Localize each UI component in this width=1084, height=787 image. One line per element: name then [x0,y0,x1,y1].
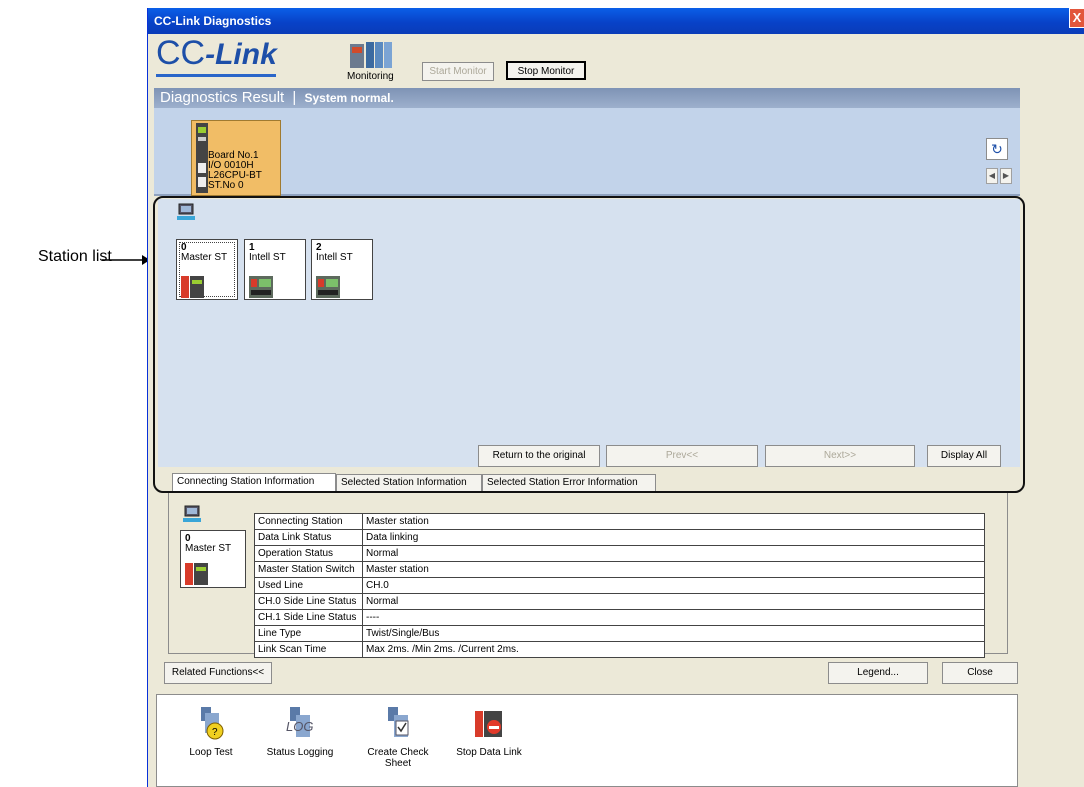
station-list: 0 Master ST 1 Intell ST 2 Intell ST Retu… [158,199,1020,467]
table-row: Link Scan Time Max 2ms. /Min 2ms. /Curren… [254,641,985,658]
table-row: Connecting Station Master station [254,513,985,530]
info-value: CH.0 [362,577,985,594]
callout-arrow-icon [102,255,150,265]
station-card-2[interactable]: 2 Intell ST [311,239,373,300]
legend-button[interactable]: Legend... [828,662,928,684]
monitoring-icon[interactable] [348,40,394,70]
info-value: Normal [362,593,985,610]
info-key: Operation Status [254,545,363,562]
logo-underline [156,74,276,77]
loop-test-icon: ? [201,707,224,740]
function-label: Create Check Sheet [367,747,429,769]
diagnostics-result-bar: Diagnostics Result | System normal. [154,88,1020,108]
return-arrow-icon[interactable]: ↻ [986,138,1008,160]
station-list-callout-label: Station list [38,248,112,265]
station-type: Master ST [185,543,232,554]
status-logging-icon: LOG [286,707,313,737]
svg-text:?: ? [212,727,218,738]
connecting-station-card: 0 Master ST [180,530,246,588]
window-title: CC-Link Diagnostics [154,14,272,28]
info-key: Line Type [254,625,363,642]
diagnostics-result-title: Diagnostics Result [160,89,285,106]
info-value: Master station [362,561,985,578]
display-all-button[interactable]: Display All [927,445,1001,467]
related-functions-button[interactable]: Related Functions<< [164,662,272,684]
station-card-1[interactable]: 1 Intell ST [244,239,306,300]
table-row: Used Line CH.0 [254,577,985,594]
info-key: Used Line [254,577,363,594]
board-line: ST.No 0 [208,180,244,191]
table-row: Master Station Switch Master station [254,561,985,578]
status-logging-item[interactable]: LOG Status Logging [260,707,340,758]
loop-test-item[interactable]: ? Loop Test [171,707,251,758]
scroll-right-icon[interactable]: ▶ [1000,168,1012,184]
info-value: Master station [362,513,985,530]
cc-link-diagnostics-window: CC-Link Diagnostics X CC-Link Monitoring… [147,8,1084,787]
result-separator: | [292,89,297,106]
info-value: Data linking [362,529,985,546]
table-row: Data Link Status Data linking [254,529,985,546]
table-row: Line Type Twist/Single/Bus [254,625,985,642]
info-value: Twist/Single/Bus [362,625,985,642]
return-to-original-button[interactable]: Return to the original [478,445,600,467]
function-label: Stop Data Link [456,747,522,758]
info-value: ---- [362,609,985,626]
intelligent-station-module-icon [316,276,340,298]
prev-button[interactable]: Prev<< [606,445,758,467]
window-close-button[interactable]: X [1069,8,1084,28]
close-button[interactable]: Close [942,662,1018,684]
table-row: CH.0 Side Line Status Normal [254,593,985,610]
master-station-module-icon [181,276,204,298]
board-info: Board No.1 I/O 0010H L26CPU-BT ST.No 0 [208,151,262,191]
info-value: Max 2ms. /Min 2ms. /Current 2ms. [362,641,985,658]
master-station-module-icon [185,563,208,585]
create-check-sheet-item[interactable]: Create Check Sheet [358,707,438,769]
info-value: Normal [362,545,985,562]
info-key: Data Link Status [254,529,363,546]
info-key: CH.1 Side Line Status [254,609,363,626]
connected-pc-icon [177,203,195,220]
table-row: Operation Status Normal [254,545,985,562]
station-card-0[interactable]: 0 Master ST [176,239,238,300]
station-type: Master ST [181,252,228,263]
board-tile[interactable]: Board No.1 I/O 0010H L26CPU-BT ST.No 0 [191,120,281,196]
stop-data-link-item[interactable]: Stop Data Link [449,707,529,758]
next-button[interactable]: Next>> [765,445,915,467]
tab-selected-station-error-information[interactable]: Selected Station Error Information [482,474,656,492]
related-functions-panel: ? Loop Test LOG Status Logging Create Ch… [156,694,1018,787]
window-right-strip [1021,88,1084,787]
board-area: Board No.1 I/O 0010H L26CPU-BT ST.No 0 ↻… [154,108,1020,196]
plc-module-icon [196,123,208,193]
create-check-sheet-icon [388,707,409,737]
function-label: Loop Test [189,747,233,758]
info-key: Link Scan Time [254,641,363,658]
function-label: Status Logging [266,747,334,758]
system-status: System normal. [304,91,394,105]
intelligent-station-module-icon [249,276,273,298]
scroll-left-icon[interactable]: ◀ [986,168,998,184]
station-type: Intell ST [316,252,353,263]
start-monitor-button[interactable]: Start Monitor [422,62,494,81]
stop-monitor-button[interactable]: Stop Monitor [506,61,586,80]
info-key: Master Station Switch [254,561,363,578]
info-key: CH.0 Side Line Status [254,593,363,610]
info-key: Connecting Station [254,513,363,530]
stop-data-link-icon [475,711,502,737]
connected-pc-icon [183,505,201,522]
svg-text:LOG: LOG [286,719,313,734]
cc-link-logo: CC-Link [156,34,277,74]
monitoring-label: Monitoring [347,71,394,82]
title-bar: CC-Link Diagnostics X [148,8,1084,34]
tab-selected-station-information[interactable]: Selected Station Information [336,474,482,492]
connecting-station-info-table: Connecting Station Master station Data Li… [254,513,985,658]
table-row: CH.1 Side Line Status ---- [254,609,985,626]
logo-cc: CC [156,34,206,72]
station-type: Intell ST [249,252,286,263]
logo-link: -Link [205,38,277,71]
tab-connecting-station-information[interactable]: Connecting Station Information [172,473,336,493]
